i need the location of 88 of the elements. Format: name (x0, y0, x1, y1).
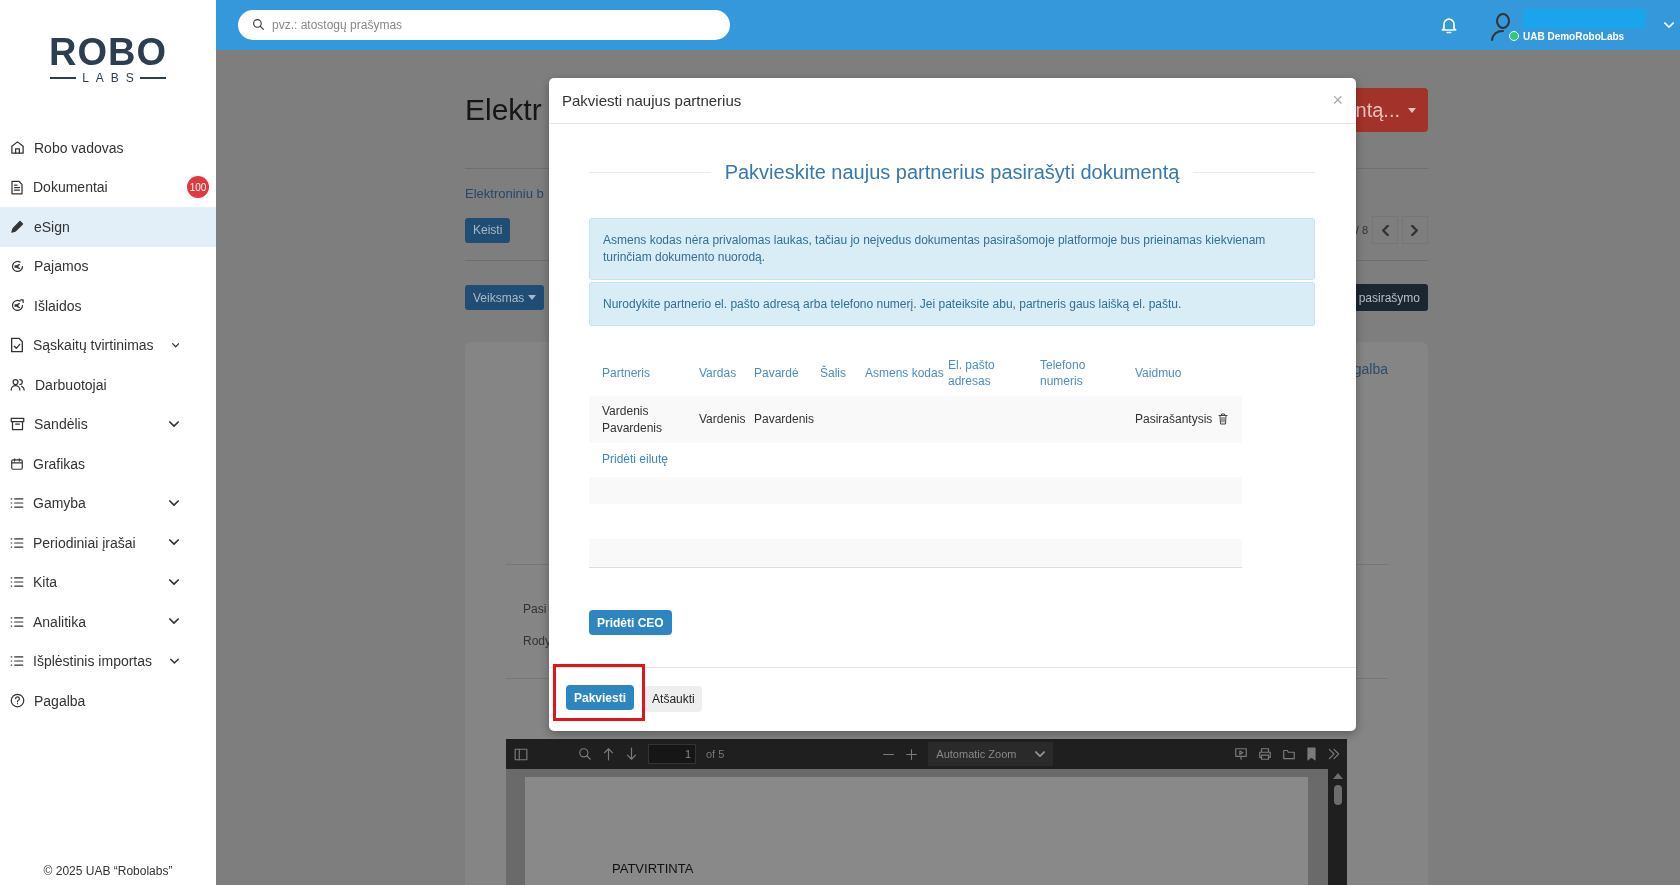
user-menu-chevron-icon (1664, 21, 1674, 29)
scrollbar[interactable] (1328, 769, 1347, 885)
document-check-icon (10, 337, 24, 354)
sidebar-item[interactable]: Darbuotojai (0, 365, 216, 405)
chevron-right-icon (1411, 224, 1419, 236)
info-alert: Nurodykite partnerio el. pašto adresą arba telefono numerį. Jei pateiksite abu, partneris gaus laišką el. paštu. (589, 282, 1315, 326)
column-header: Pavardė (754, 350, 820, 396)
list-icon (10, 615, 24, 628)
list-icon (10, 576, 24, 589)
arrow-down-icon[interactable] (625, 747, 638, 761)
people-icon (10, 377, 26, 393)
info-text: Pasi (523, 602, 548, 616)
column-header: Vardas (699, 350, 754, 396)
sidebar-item[interactable]: Gamyba (0, 483, 216, 523)
sidebar-item[interactable]: Kita (0, 562, 216, 602)
search-icon[interactable] (578, 747, 592, 761)
search-field[interactable]: pvz.: atostogų prašymas (238, 10, 730, 40)
sidebar-item[interactable]: Grafikas (0, 444, 216, 484)
page-count: of 5 (706, 748, 725, 760)
caret-icon (1408, 107, 1416, 113)
sidebar-item[interactable]: Sąskaitų tvirtinimas (0, 325, 216, 365)
chevron-down-icon (1035, 750, 1046, 758)
double-chevron-icon[interactable] (1327, 748, 1341, 760)
document-icon (10, 179, 24, 195)
trash-icon[interactable] (1218, 413, 1229, 425)
sidebar-item[interactable]: Analitika (0, 602, 216, 642)
help-circle-icon (10, 693, 25, 709)
zoom-select[interactable]: Automatic Zoom (928, 742, 1054, 766)
sidebar-item[interactable]: Pagalba (0, 681, 216, 721)
invite-button[interactable]: Pakviesti (566, 685, 635, 710)
column-header: Šalis (820, 350, 865, 396)
table-cell: Vardenis (699, 396, 754, 443)
dialog-heading: Pakvieskite naujus partnerius pasirašyti dokumentą (724, 160, 1180, 184)
sidebar-item[interactable]: Robo vadovas (0, 128, 216, 168)
column-header: Asmens kodas (865, 350, 948, 396)
next-button[interactable] (1402, 216, 1428, 244)
list-icon (10, 497, 24, 510)
sidebar-item[interactable]: Dokumentai 100 (0, 167, 216, 207)
arrow-up-icon[interactable] (602, 747, 615, 761)
count-badge: 100 (187, 176, 209, 199)
sidebar-toggle-icon[interactable] (514, 747, 528, 761)
zoom-in-icon[interactable] (905, 747, 919, 761)
column-header: Vaidmuo (1135, 350, 1242, 396)
page-number-field[interactable]: 1 (648, 744, 696, 764)
calendar-icon (10, 456, 24, 471)
list-icon (10, 655, 24, 668)
copyright-text: © 2025 UAB “Robolabs” (42, 864, 174, 880)
column-header: El. pašto adresas (948, 350, 1040, 396)
sidebar-item[interactable]: Pajamos (0, 246, 216, 286)
sidebar-item[interactable]: eSign (0, 207, 216, 247)
table-cell: Vardenis Pavardenis (589, 396, 699, 443)
sidebar-item[interactable]: Sandėlis (0, 404, 216, 444)
bell-icon[interactable] (1439, 15, 1459, 35)
presentation-icon[interactable] (1234, 747, 1248, 761)
logo-subtitle: LABS (82, 71, 141, 85)
archive-box-icon (10, 417, 25, 432)
document-text: PATVIRTINTA (612, 861, 694, 876)
cancel-button[interactable]: Atšaukti (645, 686, 702, 712)
chevron-left-icon (1381, 224, 1389, 236)
home-icon (10, 140, 25, 156)
online-status-dot (1509, 31, 1519, 41)
table-cell: Pasirašantysis (1135, 396, 1242, 443)
scroll-up-arrow-icon[interactable] (1332, 773, 1343, 779)
sidebar-item[interactable]: Išlaidos (0, 286, 216, 326)
list-icon (10, 536, 24, 549)
folder-icon[interactable] (1282, 747, 1296, 761)
pen-icon (10, 219, 25, 235)
edit-button[interactable]: Keisti (465, 217, 511, 243)
sidebar-item[interactable]: Išplėstinis importas (0, 641, 216, 681)
add-row-link[interactable]: Pridėti eilutę (602, 452, 669, 466)
logo-wordmark: ROBO (49, 33, 167, 71)
add-ceo-button[interactable]: Pridėti CEO (589, 610, 672, 635)
dialog-title: Pakviesti naujus partnerius (562, 92, 742, 109)
info-alert: Asmens kodas nėra privalomas laukas, tačiau jo neįvedus dokumentas pasirašomoje platformoje bus prieinamas kiekvienam turinčiam dokumento nuorodą. (589, 218, 1315, 280)
page-title: Elektr (465, 93, 542, 127)
print-icon[interactable] (1258, 747, 1272, 761)
scrollbar-thumb[interactable] (1333, 785, 1342, 805)
caret-icon (528, 295, 537, 300)
actions-dropdown[interactable]: Veiksmas (465, 285, 545, 310)
sidebar-item[interactable]: Periodiniai įrašai (0, 523, 216, 563)
page-counter: / 8 (1355, 224, 1368, 236)
previous-button[interactable] (1372, 216, 1398, 244)
bookmark-icon[interactable] (1306, 747, 1317, 761)
company-name: UAB DemoRoboLabs (1523, 30, 1626, 42)
info-text: Rody (523, 634, 552, 648)
table-cell: Pavardenis (754, 396, 820, 443)
column-header: Telefono numeris (1040, 350, 1135, 396)
column-header: Partneris (589, 350, 699, 396)
